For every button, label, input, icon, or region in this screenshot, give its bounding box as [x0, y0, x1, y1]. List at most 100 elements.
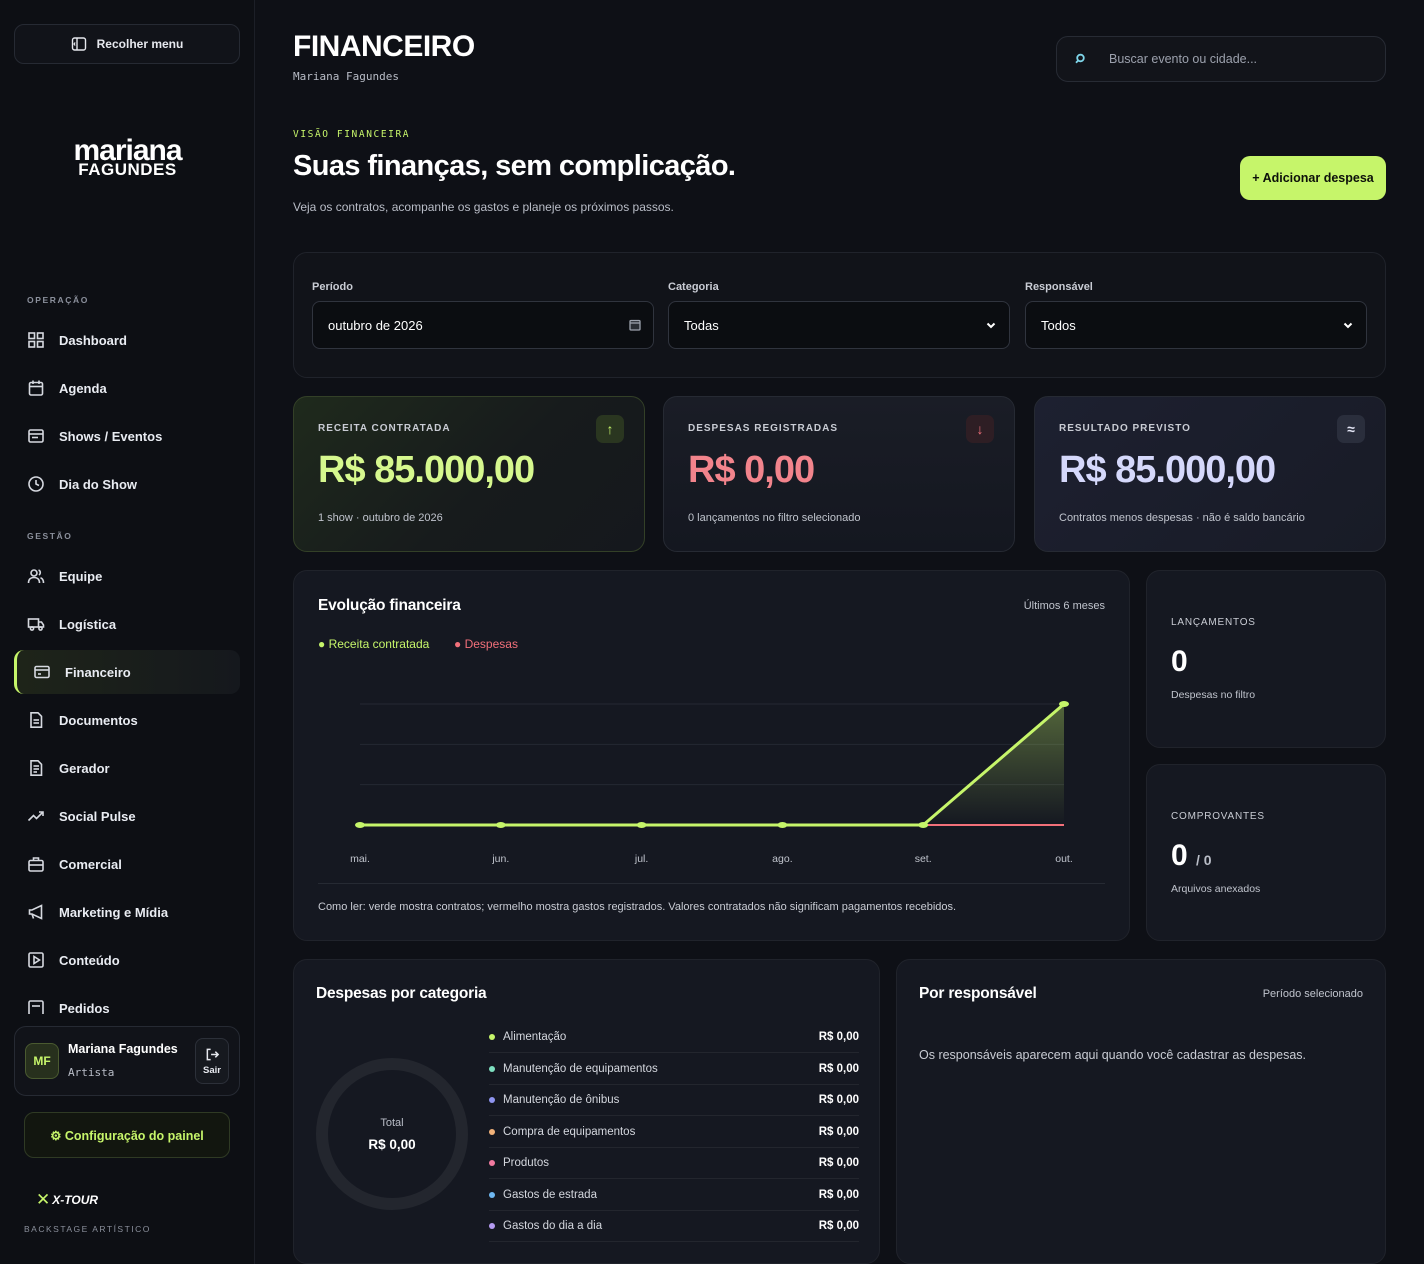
sidebar-item-content[interactable]: Conteúdo [14, 938, 240, 982]
x-tick-label: ago. [772, 853, 792, 865]
panel-settings-label: ⚙ Configuração do painel [50, 1128, 204, 1143]
sidebar-item-label: Financeiro [65, 664, 131, 680]
sidebar-item-logistics[interactable]: Logística [14, 602, 240, 646]
panel-settings-button[interactable]: ⚙ Configuração do painel [24, 1112, 230, 1158]
category-label: Manutenção de ônibus [503, 1094, 620, 1106]
sidebar-item-label: Marketing e Mídia [59, 904, 169, 920]
category-dot [489, 1128, 495, 1135]
category-amount: R$ 0,00 [818, 1188, 859, 1201]
owner-card-meta: Período selecionado [1262, 988, 1363, 1000]
collapse-menu-label: Recolher menu [96, 37, 184, 51]
donut-total-label: Total [380, 1116, 404, 1129]
sidebar-item-marketing[interactable]: Marketing e Mídia [14, 890, 240, 934]
logout-label: Sair [203, 1064, 221, 1076]
category-amount: R$ 0,00 [818, 1220, 859, 1232]
sidebar-item-generator[interactable]: Gerador [14, 746, 240, 790]
receipts-value-wrap: 0 / 0 [1171, 839, 1212, 873]
sidebar-item-documents[interactable]: Documentos [14, 698, 240, 742]
category-name: Manutenção de equipamentos [489, 1063, 658, 1075]
category-label: Compra de equipamentos [503, 1125, 636, 1138]
search-box[interactable] [1056, 36, 1386, 82]
section-management-label: GESTÃO [27, 531, 73, 541]
sidebar-item-orders[interactable]: Pedidos [14, 996, 240, 1014]
sidebar-item-finance[interactable]: Financeiro [14, 650, 240, 694]
category-dot [489, 1034, 495, 1040]
sidebar-item-dashboard[interactable]: Dashboard [14, 318, 240, 362]
category-row: Gastos de estrada R$ 0,00 [489, 1180, 859, 1211]
sidebar-item-show-day[interactable]: Dia do Show [14, 462, 240, 506]
category-row: Compra de equipamentos R$ 0,00 [489, 1117, 859, 1148]
category-amount: R$ 0,00 [818, 1157, 859, 1169]
sidebar-item-label: Equipe [59, 568, 103, 584]
category-name: Gastos de estrada [489, 1189, 597, 1201]
kpi-expenses-label: DESPESAS REGISTRADAS [688, 423, 839, 434]
x-tick-label: mai. [350, 853, 370, 865]
logout-button[interactable]: Sair [195, 1038, 229, 1084]
search-input[interactable] [1109, 52, 1369, 66]
sidebar-item-team[interactable]: Equipe [14, 554, 240, 598]
collapse-menu-button[interactable]: Recolher menu [14, 24, 240, 64]
by-owner-card: Por responsável Período selecionado Os r… [896, 959, 1386, 1264]
category-row: Manutenção de equipamentos R$ 0,00 [489, 1054, 859, 1085]
user-role: Artista [68, 1066, 115, 1079]
revenue-point [495, 822, 506, 828]
revenue-point [355, 822, 365, 828]
category-amount: R$ 0,00 [818, 1125, 859, 1138]
receipts-value: 0 [1171, 839, 1188, 872]
megaphone-icon [28, 904, 43, 920]
category-name: Alimentação [489, 1031, 566, 1043]
category-select[interactable]: Todas [668, 301, 1010, 349]
kpi-expenses-value: R$ 0,00 [688, 449, 815, 491]
kpi-expenses-card: DESPESAS REGISTRADAS ↓ R$ 0,00 0 lançame… [663, 396, 1015, 552]
owner-select[interactable]: Todos [1025, 301, 1367, 349]
period-value: outubro de 2026 [328, 317, 423, 333]
section-operation-label: OPERAÇÃO [27, 295, 89, 305]
sidebar: Recolher menu mariana FAGUNDES OPERAÇÃO … [0, 0, 255, 1264]
add-expense-button[interactable]: + Adicionar despesa [1240, 156, 1386, 200]
briefcase-icon [28, 857, 44, 872]
sidebar-item-social-pulse[interactable]: Social Pulse [14, 794, 240, 838]
sidebar-item-shows[interactable]: Shows / Eventos [14, 414, 240, 458]
kpi-revenue-value: R$ 85.000,00 [318, 449, 535, 491]
receipts-stat-card: COMPROVANTES 0 / 0 Arquivos anexados [1146, 764, 1386, 941]
sidebar-item-agenda[interactable]: Agenda [14, 366, 240, 410]
owner-value: Todos [1041, 317, 1076, 333]
sidebar-item-label: Comercial [59, 856, 122, 872]
sidebar-item-label: Shows / Eventos [59, 428, 163, 444]
calendar-icon [28, 380, 44, 396]
period-picker[interactable]: outubro de 2026 [312, 301, 654, 349]
receipts-label: COMPROVANTES [1171, 811, 1265, 822]
expenses-by-category-card: Despesas por categoria Total R$ 0,00 Ali… [293, 959, 880, 1264]
category-amount: R$ 0,00 [818, 1062, 859, 1075]
sidebar-scroll-clip: Pedidos [0, 996, 255, 1014]
owner-card-title: Por responsável [919, 985, 1037, 1002]
brand-logo: mariana FAGUNDES [0, 136, 255, 179]
approx-icon: ≈ [1337, 415, 1365, 443]
category-name: Compra de equipamentos [489, 1126, 635, 1138]
period-filter-label: Período [312, 281, 353, 293]
wallet-icon [34, 665, 50, 679]
chart-divider [318, 883, 1105, 884]
sidebar-item-label: Dia do Show [59, 476, 137, 492]
kpi-result-card: RESULTADO PREVISTO ≈ R$ 85.000,00 Contra… [1034, 396, 1386, 552]
category-dot [489, 1097, 495, 1103]
revenue-area [360, 704, 1064, 825]
user-name: Mariana Fagundes [68, 1042, 178, 1056]
receipts-total: / 0 [1196, 852, 1212, 868]
x-tick-label: out. [1055, 853, 1073, 865]
truck-icon [27, 618, 45, 631]
play-icon [28, 952, 44, 968]
category-amount: R$ 0,00 [818, 1094, 859, 1106]
category-donut: Total R$ 0,00 [316, 1058, 468, 1210]
chevron-down-icon [1343, 322, 1353, 329]
filters-panel: Período outubro de 2026 Categoria Todas … [293, 252, 1386, 378]
period-filter: Período outubro de 2026 [312, 281, 654, 349]
category-label: Gastos do dia a dia [503, 1220, 603, 1232]
chart-footnote: Como ler: verde mostra contratos; vermel… [318, 901, 957, 913]
brand-logo-line2: FAGUNDES [78, 160, 177, 179]
category-row: Gastos do dia a dia R$ 0,00 [489, 1211, 859, 1242]
arrow-up-icon: ↑ [596, 415, 624, 443]
category-filter-label: Categoria [668, 281, 719, 293]
sidebar-item-commercial[interactable]: Comercial [14, 842, 240, 886]
sidebar-item-label: Conteúdo [59, 952, 120, 968]
